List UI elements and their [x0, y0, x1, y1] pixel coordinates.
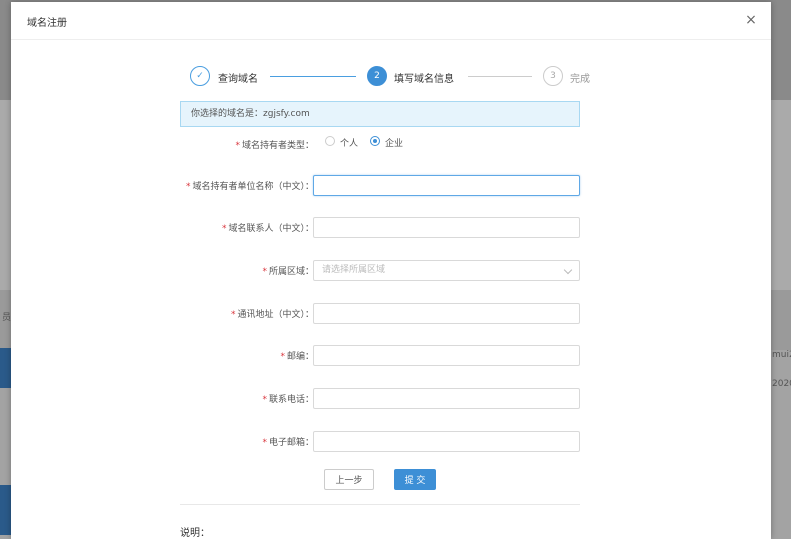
step-connector [468, 76, 532, 77]
prev-step-button[interactable]: 上一步 [324, 469, 374, 490]
region-placeholder: 请选择所属区域 [322, 265, 386, 275]
holder-type-label: * 域名持有者类型： [235, 141, 314, 151]
divider [180, 504, 580, 505]
postcode-row: * 邮编： [180, 345, 580, 366]
email-row: * 电子邮箱： [180, 431, 580, 452]
modal-header: 域名注册 × [11, 2, 771, 40]
phone-label: * 联系电话： [262, 395, 314, 405]
step-connector [270, 76, 356, 77]
email-label: * 电子邮箱： [262, 438, 314, 448]
submit-button[interactable]: 提 交 [394, 469, 436, 490]
region-select[interactable]: 请选择所属区域 [313, 260, 580, 281]
org-name-label: * 域名持有者单位名称（中文）： [185, 182, 314, 192]
postcode-label: * 邮编： [280, 352, 314, 362]
note-title: 说明： [180, 528, 210, 539]
phone-input[interactable] [313, 388, 580, 409]
radio-enterprise-label[interactable]: 企业 [385, 136, 403, 149]
radio-personal[interactable] [325, 136, 335, 146]
address-input[interactable] [313, 303, 580, 324]
phone-row: * 联系电话： [180, 388, 580, 409]
step-1-label: 查询域名 [218, 74, 258, 85]
background-text: 2020- [772, 379, 791, 389]
step-3-label: 完成 [570, 74, 590, 85]
address-row: * 通讯地址（中文）： [180, 303, 580, 324]
email-input[interactable] [313, 431, 580, 452]
step-1-check-icon: ✓ [190, 66, 210, 86]
contact-label: * 域名联系人（中文）： [221, 224, 314, 234]
selected-domain-notice: 你选择的域名是：zgjsfy.com [180, 101, 580, 127]
step-2-number: 2 [367, 66, 387, 86]
org-name-input[interactable] [313, 175, 580, 196]
step-3-number: 3 [543, 66, 563, 86]
modal-title: 域名注册 [27, 18, 67, 29]
background-text: 员 [2, 313, 12, 323]
contact-row: * 域名联系人（中文）： [180, 217, 580, 238]
close-icon[interactable]: × [743, 12, 759, 28]
region-row: * 所属区域： 请选择所属区域 [180, 260, 580, 281]
address-label: * 通讯地址（中文）： [230, 310, 314, 320]
holder-type-row: * 域名持有者类型： 个人 企业 [180, 134, 580, 154]
step-2-label: 填写域名信息 [394, 74, 454, 85]
radio-personal-label[interactable]: 个人 [340, 136, 358, 149]
postcode-input[interactable] [313, 345, 580, 366]
chevron-down-icon [563, 265, 573, 275]
org-name-row: * 域名持有者单位名称（中文）： [180, 175, 580, 196]
region-label: * 所属区域： [262, 267, 314, 277]
radio-enterprise[interactable] [370, 136, 380, 146]
contact-input[interactable] [313, 217, 580, 238]
step-indicator: ✓ 查询域名 2 填写域名信息 3 完成 [180, 66, 600, 90]
background-text: mui2 [772, 350, 791, 360]
